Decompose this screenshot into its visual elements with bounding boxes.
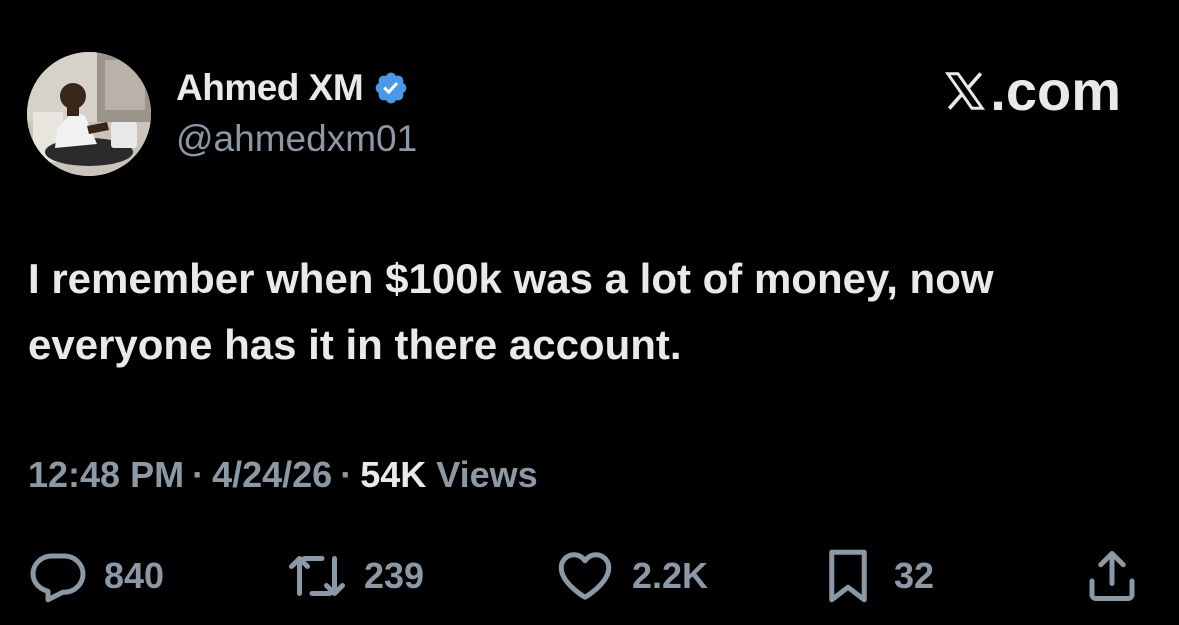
tweet-action-bar: 840 239 2.2K 32 xyxy=(0,546,1179,606)
tweet-text: I remember when $100k was a lot of money… xyxy=(28,255,994,368)
user-name-row: Ahmed XM xyxy=(176,66,409,110)
repost-icon xyxy=(289,556,345,596)
avatar[interactable] xyxy=(27,52,151,176)
share-icon xyxy=(1089,551,1135,601)
repost-button[interactable]: 239 xyxy=(286,546,424,606)
meta-separator: · xyxy=(340,454,353,495)
like-count: 2.2K xyxy=(632,555,709,596)
avatar-photo xyxy=(27,52,151,176)
views-count: 54K xyxy=(360,454,427,495)
meta-separator: · xyxy=(192,454,205,495)
verified-badge-icon[interactable] xyxy=(373,70,409,106)
user-handle[interactable]: @ahmedxm01 xyxy=(176,118,417,160)
repost-count: 239 xyxy=(364,555,425,596)
brand-logo: .com xyxy=(942,58,1121,123)
tweet-time[interactable]: 12:48 PM xyxy=(28,454,184,495)
reply-count: 840 xyxy=(104,555,165,596)
bookmark-count: 32 xyxy=(894,555,935,596)
brand-domain-text: .com xyxy=(990,59,1121,122)
x-logo-icon xyxy=(945,71,986,110)
heart-icon xyxy=(558,552,612,600)
like-button[interactable]: 2.2K xyxy=(554,546,708,606)
reply-icon xyxy=(30,553,86,603)
display-name[interactable]: Ahmed XM xyxy=(176,67,364,109)
tweet-date[interactable]: 4/24/26 xyxy=(212,454,332,495)
views-label: Views xyxy=(436,454,538,495)
tweet-metadata: 12:48 PM · 4/24/26 · 54K Views xyxy=(28,454,538,496)
reply-button[interactable]: 840 xyxy=(28,546,164,606)
bookmark-button[interactable]: 32 xyxy=(818,546,934,606)
share-button[interactable] xyxy=(1082,546,1142,606)
bookmark-icon xyxy=(829,549,867,603)
